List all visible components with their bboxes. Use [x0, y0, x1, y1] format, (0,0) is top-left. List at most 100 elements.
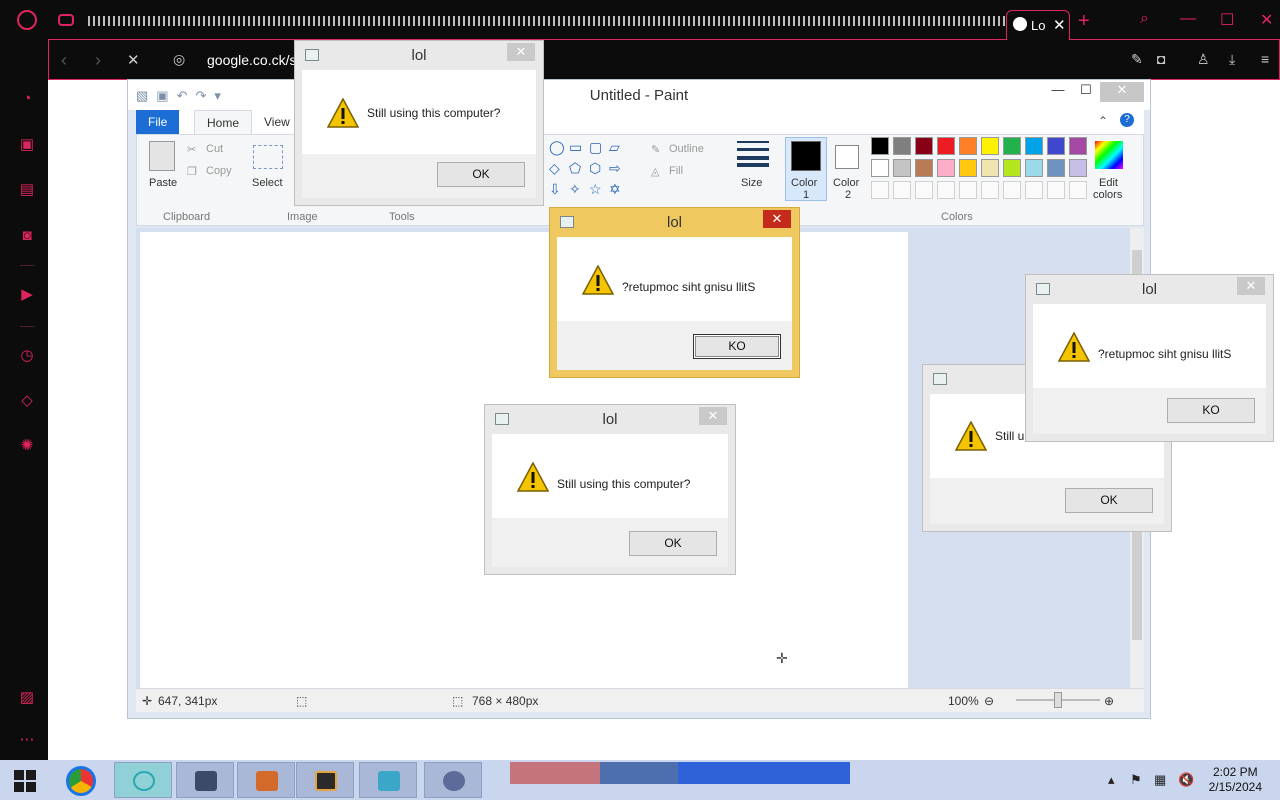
zoom-slider-thumb[interactable] — [1054, 692, 1062, 708]
dialog-close-icon[interactable]: ✕ — [763, 210, 791, 228]
shape-diamond-icon[interactable]: ◇ — [549, 160, 560, 177]
dialog-close-icon[interactable]: ✕ — [1237, 277, 1265, 295]
dialog-ok-button[interactable]: OK — [437, 162, 525, 187]
palette-swatch[interactable] — [1069, 181, 1087, 199]
action-center-flag-icon[interactable]: ⚑ — [1130, 772, 1142, 788]
compressed-tabs[interactable] — [88, 16, 1006, 26]
system-clock[interactable]: 2:02 PM 2/15/2024 — [1209, 765, 1262, 795]
color2-swatch[interactable] — [835, 145, 859, 169]
tab-file[interactable]: File — [136, 110, 180, 134]
dialog-titlebar[interactable]: lol ✕ — [1026, 275, 1273, 303]
site-info-globe-icon[interactable]: ◎ — [173, 51, 185, 68]
size-button[interactable]: Size — [741, 177, 762, 189]
more-icon[interactable]: ⋯ — [18, 731, 36, 749]
dialog-titlebar[interactable]: lol ✕ — [485, 405, 735, 433]
shape-hexagon-icon[interactable]: ⬡ — [589, 160, 601, 177]
opera-logo-icon[interactable] — [17, 10, 37, 30]
taskbar-app-computer[interactable] — [359, 762, 417, 798]
paste-button[interactable]: Paste — [149, 177, 177, 189]
fill-icon[interactable]: ◬ — [651, 165, 659, 178]
gamepad-icon[interactable] — [58, 14, 74, 26]
palette-swatch[interactable] — [981, 137, 999, 155]
taskbar-app-control-panel[interactable] — [237, 762, 295, 798]
palette-swatch[interactable] — [937, 137, 955, 155]
size-icon[interactable] — [737, 141, 769, 167]
close-window-icon[interactable]: ✕ — [1260, 10, 1273, 30]
player-icon[interactable]: ▶ — [18, 286, 36, 304]
snapshot-camera-icon[interactable]: ◘ — [1157, 51, 1165, 67]
copy-icon[interactable]: ❐ — [187, 165, 197, 178]
download-icon[interactable]: ⤓ — [1229, 51, 1235, 68]
palette-swatch[interactable] — [1047, 181, 1065, 199]
outline-icon[interactable]: ✎ — [651, 143, 660, 156]
active-tab[interactable]: Lo ✕ — [1006, 10, 1070, 40]
palette-swatch[interactable] — [1025, 137, 1043, 155]
speed-dial-icon[interactable]: ◔ — [18, 90, 36, 108]
network-icon[interactable]: ▦ — [1154, 772, 1166, 788]
palette-swatch[interactable] — [893, 137, 911, 155]
shape-polygon-icon[interactable]: ▱ — [609, 139, 620, 156]
help-icon[interactable]: ? — [1120, 113, 1134, 127]
select-button[interactable]: Select — [252, 177, 283, 189]
palette-swatch[interactable] — [959, 159, 977, 177]
dialog-titlebar[interactable]: lol ✕ — [550, 208, 799, 236]
shape-oval-icon[interactable]: ◯ — [549, 139, 565, 156]
palette-swatch[interactable] — [1069, 137, 1087, 155]
palette-swatch[interactable] — [1025, 159, 1043, 177]
shape-down-arrow-icon[interactable]: ⇩ — [549, 181, 561, 198]
forward-icon[interactable]: › — [95, 50, 101, 71]
copy-button[interactable]: Copy — [206, 165, 232, 177]
dialog-ko-button[interactable]: KO — [693, 334, 781, 359]
palette-swatch[interactable] — [1069, 159, 1087, 177]
palette-swatch[interactable] — [959, 137, 977, 155]
dialog-ko-button[interactable]: KO — [1167, 398, 1255, 423]
palette-swatch[interactable] — [1047, 159, 1065, 177]
history-icon[interactable]: ◷ — [18, 347, 36, 365]
shape-right-arrow-icon[interactable]: ⇨ — [609, 160, 621, 177]
dialog-ok-button[interactable]: OK — [629, 531, 717, 556]
taskbar-app-explorer[interactable] — [296, 762, 354, 798]
volume-muted-icon[interactable]: 🔇 — [1178, 772, 1194, 788]
paste-icon[interactable] — [149, 141, 175, 171]
cut-icon[interactable]: ✂ — [187, 143, 196, 156]
palette-swatch[interactable] — [981, 159, 999, 177]
taskbar-app-monitor[interactable] — [176, 762, 234, 798]
palette-swatch[interactable] — [1003, 137, 1021, 155]
tab-close-icon[interactable]: ✕ — [1053, 16, 1066, 34]
dialog-titlebar[interactable]: lol ✕ — [295, 41, 543, 69]
palette-swatch[interactable] — [915, 159, 933, 177]
tab-home[interactable]: Home — [194, 110, 253, 134]
palette-swatch[interactable] — [1047, 137, 1065, 155]
maximize-icon[interactable]: ☐ — [1220, 10, 1234, 30]
color1-swatch[interactable] — [791, 141, 821, 171]
instagram-icon[interactable]: ◙ — [18, 227, 36, 245]
shape-six-point-star-icon[interactable]: ✡ — [609, 181, 621, 198]
start-windows-icon[interactable] — [14, 770, 36, 792]
extensions-cube-icon[interactable]: ◇ — [18, 392, 36, 410]
edit-colors-icon[interactable] — [1095, 141, 1123, 169]
palette-swatch[interactable] — [893, 159, 911, 177]
paint-close-icon[interactable]: ✕ — [1100, 82, 1144, 102]
taskbar-app-paint[interactable] — [424, 762, 482, 798]
palette-swatch[interactable] — [915, 181, 933, 199]
edit-colors-label-line1[interactable]: Edit — [1099, 177, 1118, 189]
shape-four-point-star-icon[interactable]: ✧ — [569, 181, 581, 198]
palette-swatch[interactable] — [871, 159, 889, 177]
select-icon[interactable] — [253, 145, 283, 169]
palette-swatch[interactable] — [1003, 159, 1021, 177]
briefcase-icon[interactable]: ▣ — [18, 136, 36, 154]
edit-icon[interactable]: ✎ — [1131, 51, 1143, 68]
dialog-close-icon[interactable]: ✕ — [507, 43, 535, 61]
palette-swatch[interactable] — [871, 137, 889, 155]
new-tab-plus-icon[interactable]: + — [1078, 10, 1090, 33]
fill-dropdown[interactable]: Fill — [669, 165, 683, 177]
palette-swatch[interactable] — [893, 181, 911, 199]
palette-swatch[interactable] — [915, 137, 933, 155]
twitch-icon[interactable]: ▤ — [18, 181, 36, 199]
palette-swatch[interactable] — [871, 181, 889, 199]
dialog-ok-button[interactable]: OK — [1065, 488, 1153, 513]
settings-gear-icon[interactable]: ✺ — [18, 437, 36, 455]
zoom-in-icon[interactable]: ⊕ — [1104, 694, 1114, 708]
account-icon[interactable]: ♙ — [1197, 51, 1210, 68]
search-tabs-icon[interactable]: ⌕ — [1140, 10, 1149, 28]
